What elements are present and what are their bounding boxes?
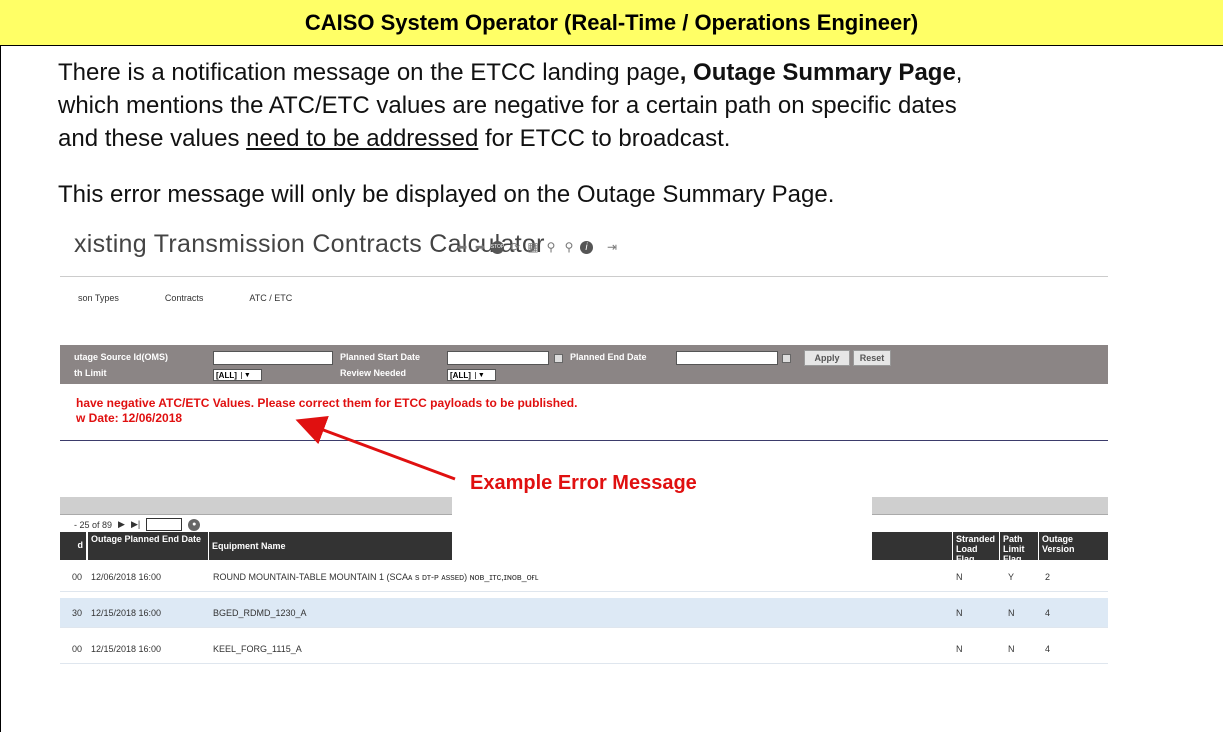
outage-source-label: utage Source Id(OMS): [74, 352, 169, 362]
line3-tail: for ETCC to broadcast.: [478, 125, 731, 152]
toolbar: ⬅ ➡ STOP ⟳ ▦ ⚲ ⚲ i ⇥: [455, 240, 619, 254]
error-review-date: w Date: 12/06/2018: [76, 411, 183, 425]
forward-arrow-icon[interactable]: ➡: [473, 240, 487, 254]
grid-caption-bar-left: [60, 497, 452, 515]
planned-start-label: Planned Start Date: [340, 352, 421, 362]
section-divider: [60, 440, 1108, 441]
stop-icon[interactable]: STOP: [491, 240, 504, 254]
review-needed-value: [ALL]: [450, 370, 471, 380]
description-paragraph: There is a notification message on the E…: [58, 56, 1138, 155]
outage-source-input[interactable]: [213, 351, 333, 365]
cell-version: 2: [1045, 572, 1051, 582]
cell-equipment: ROUND MOUNTAIN-TABLE MOUNTAIN 1 (SCAᴀ s …: [213, 572, 539, 582]
cell-version: 4: [1045, 644, 1051, 654]
title-divider: [60, 276, 1108, 277]
menu-item-contracts[interactable]: Contracts: [165, 293, 204, 303]
cell-stranded: N: [956, 572, 963, 582]
planned-end-input[interactable]: [676, 351, 778, 365]
slide-header: CAISO System Operator (Real-Time / Opera…: [0, 0, 1223, 46]
zoom-in-icon[interactable]: ⚲: [544, 240, 558, 254]
planned-end-label: Planned End Date: [570, 352, 647, 362]
review-needed-label: Review Needed: [340, 368, 407, 378]
menu-item-outage-types[interactable]: son Types: [78, 293, 119, 303]
example-error-callout: Example Error Message: [470, 472, 697, 494]
cell-version: 4: [1045, 608, 1051, 618]
chevron-down-icon: ▼: [240, 371, 251, 379]
pager-range: - 25 of 89: [74, 519, 113, 530]
error-message: have negative ATC/ETC Values. Please cor…: [76, 396, 578, 410]
table-row[interactable]: 00 12/06/2018 16:00 ROUND MOUNTAIN-TABLE…: [60, 562, 1108, 592]
menu-item-atc-etc[interactable]: ATC / ETC: [249, 293, 292, 303]
help-icon[interactable]: i: [580, 240, 593, 254]
description-line1: There is a notification message on the E…: [58, 59, 962, 86]
path-limit-select[interactable]: [ALL] ▼: [213, 369, 262, 381]
line3-underline: need to be addressed: [246, 125, 479, 152]
table-row[interactable]: 30 12/15/2018 16:00 BGED_RDMD_1230_A N N…: [60, 598, 1108, 628]
col-header-version[interactable]: Outage Version: [1039, 532, 1108, 560]
etcc-screenshot: xisting Transmission Contracts Calculato…: [60, 228, 1108, 668]
cell-start: 30: [72, 608, 83, 618]
path-limit-value: [ALL]: [216, 370, 237, 380]
go-icon[interactable]: ●: [188, 518, 201, 531]
description-line2: which mentions the ATC/ETC values are ne…: [58, 92, 957, 119]
cell-end-date: 12/15/2018 16:00: [91, 644, 162, 654]
cell-start: 00: [72, 572, 83, 582]
chevron-down-icon: ▼: [474, 371, 485, 379]
back-arrow-icon[interactable]: ⬅: [455, 240, 469, 254]
cell-start: 00: [72, 644, 83, 654]
col-header-start[interactable]: d: [60, 532, 86, 560]
calendar-icon[interactable]: [554, 354, 563, 363]
cell-equipment: BGED_RDMD_1230_A: [213, 608, 307, 618]
line1-text: There is a notification message on the E…: [58, 59, 680, 86]
description-line3: and these values need to be addressed fo…: [58, 122, 1138, 155]
col-header-blank: [872, 532, 952, 560]
col-header-path-limit[interactable]: Path Limit Flag: [1000, 532, 1038, 564]
cell-stranded: N: [956, 608, 963, 618]
refresh-icon[interactable]: ⟳: [508, 240, 522, 254]
reset-button[interactable]: Reset: [853, 350, 891, 366]
last-page-icon[interactable]: ▶|: [131, 519, 140, 530]
zoom-out-icon[interactable]: ⚲: [562, 240, 576, 254]
excel-export-icon[interactable]: ▦: [526, 240, 540, 254]
cell-stranded: N: [956, 644, 963, 654]
cell-path-limit: N: [1008, 608, 1015, 618]
main-menu: son Types Contracts ATC / ETC: [78, 293, 292, 303]
cell-equipment: KEEL_FORG_1115_A: [213, 644, 302, 654]
page-number-input[interactable]: [146, 518, 183, 531]
line3-text: and these values: [58, 125, 247, 152]
table-header: d Outage Planned End Date Equipment Name…: [60, 532, 1108, 564]
col-header-stranded[interactable]: Stranded Load Flag: [953, 532, 999, 564]
line1-bold: , Outage Summary Page: [679, 59, 956, 86]
calendar-icon[interactable]: [782, 354, 791, 363]
cell-path-limit: Y: [1008, 572, 1015, 582]
col-header-equipment[interactable]: Equipment Name: [209, 532, 452, 560]
review-needed-select[interactable]: [ALL] ▼: [447, 369, 496, 381]
logout-icon[interactable]: ⇥: [605, 240, 619, 254]
arrow-line: [295, 416, 456, 481]
line1-comma: ,: [955, 59, 963, 86]
apply-button[interactable]: Apply: [804, 350, 850, 366]
cell-end-date: 12/15/2018 16:00: [91, 608, 162, 618]
col-header-end-date[interactable]: Outage Planned End Date: [88, 532, 208, 560]
filter-bar: utage Source Id(OMS) th Limit [ALL] ▼ Pla…: [60, 345, 1108, 384]
table-row[interactable]: 00 12/15/2018 16:00 KEEL_FORG_1115_A N N…: [60, 634, 1108, 664]
cell-path-limit: N: [1008, 644, 1015, 654]
next-page-icon[interactable]: ▶: [118, 519, 125, 530]
planned-start-input[interactable]: [447, 351, 549, 365]
grid-caption-bar-right: [872, 497, 1108, 515]
note-paragraph: This error message will only be displaye…: [58, 181, 835, 208]
path-limit-label: th Limit: [74, 368, 107, 378]
cell-end-date: 12/06/2018 16:00: [91, 572, 162, 582]
pager: - 25 of 89 ▶ ▶| ●: [74, 518, 201, 531]
